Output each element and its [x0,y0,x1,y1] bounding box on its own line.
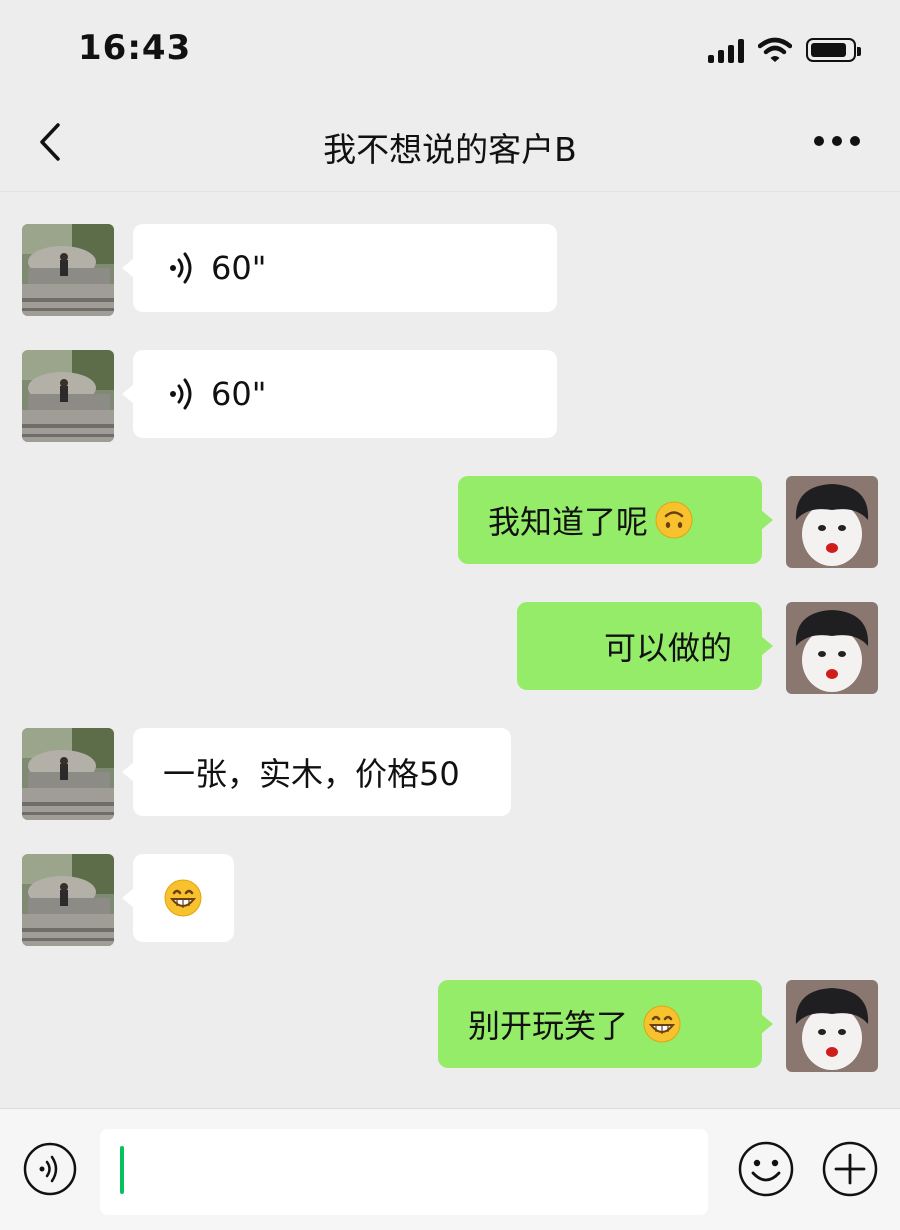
status-time: 16:43 [78,28,192,68]
status-icons [708,32,861,68]
voice-duration: 60" [211,249,267,287]
grinning-face-emoji [643,1005,681,1043]
message-text: 一张，实木，价格50 [163,755,460,793]
received-message-bubble[interactable]: 一张，实木，价格50 [122,728,511,816]
message-text: 可以做的 [603,629,732,667]
sent-message-bubble[interactable]: 可以做的 [517,602,773,690]
upside-down-face-emoji [655,501,693,539]
voice-input-toggle-icon[interactable] [22,1141,78,1197]
received-message-bubble[interactable] [122,854,234,942]
chat-title: 我不想说的客户B [323,130,577,169]
my-avatar[interactable] [786,602,878,694]
wifi-icon [758,37,792,62]
message-row: 别开玩笑了 [0,980,900,1072]
voice-message-bubble[interactable]: 60" [122,350,557,438]
message-text: 我知道了呢 [488,503,649,541]
emoji-picker-icon[interactable] [736,1139,796,1199]
more-options-icon[interactable] [814,131,864,151]
status-bar: 16:43 [0,0,900,95]
voice-wave-icon [170,378,192,410]
message-list: 60" 60" 我知道了呢 可以做的 一张，实木，价格50 别开玩笑了 [0,192,900,1108]
add-attachment-icon[interactable] [820,1139,880,1199]
message-row [0,854,900,946]
sent-message-bubble[interactable]: 我知道了呢 [458,476,773,564]
voice-message-bubble[interactable]: 60" [122,224,557,312]
message-row: 60" [0,350,900,442]
my-avatar[interactable] [786,980,878,1072]
cellular-signal-icon [708,37,744,63]
input-bar [0,1108,900,1230]
text-caret [120,1146,124,1194]
message-input[interactable] [100,1129,708,1215]
message-row: 60" [0,224,900,316]
voice-wave-icon [170,252,192,284]
grinning-face-emoji [164,879,202,917]
chat-header: 我不想说的客户B [0,95,900,192]
battery-icon [806,38,861,62]
contact-avatar[interactable] [22,728,114,820]
message-text: 别开玩笑了 [468,1007,629,1045]
message-row: 一张，实木，价格50 [0,728,900,820]
voice-duration: 60" [211,375,267,413]
message-row: 可以做的 [0,602,900,694]
my-avatar[interactable] [786,476,878,568]
contact-avatar[interactable] [22,350,114,442]
message-row: 我知道了呢 [0,476,900,568]
contact-avatar[interactable] [22,224,114,316]
sent-message-bubble[interactable]: 别开玩笑了 [438,980,773,1068]
contact-avatar[interactable] [22,854,114,946]
